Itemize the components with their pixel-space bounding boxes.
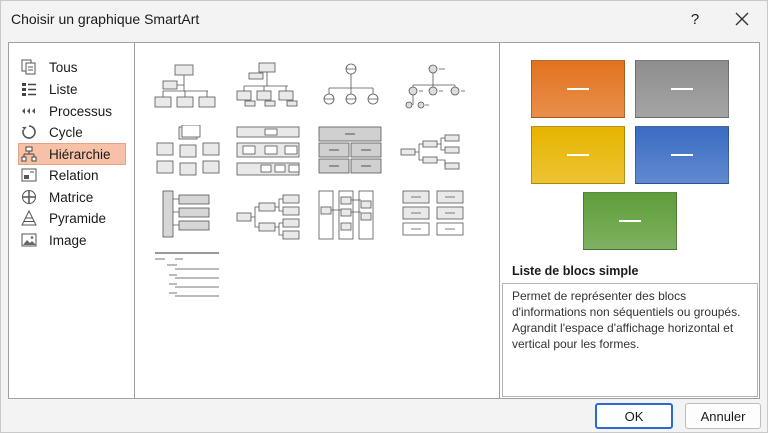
category-item-process[interactable]: Processus: [19, 101, 125, 121]
preview-block-dash: [671, 154, 693, 156]
dialog-title: Choisir un graphique SmartArt: [11, 11, 200, 27]
preview-block-dash: [619, 220, 641, 222]
close-icon: [735, 12, 749, 26]
layout-labeled-hierarchy[interactable]: [235, 125, 305, 177]
list-icon: [21, 81, 37, 97]
close-button[interactable]: [727, 5, 757, 33]
layout-lined-list[interactable]: [153, 251, 223, 303]
smartart-dialog: Choisir un graphique SmartArt ? Tous Lis…: [0, 0, 768, 433]
preview-block: [531, 60, 625, 118]
matrix-icon: [21, 189, 37, 205]
pyramid-icon: [21, 210, 37, 226]
category-item-cycle[interactable]: Cycle: [19, 122, 125, 142]
layout-table-hierarchy[interactable]: [399, 189, 469, 241]
category-label: Tous: [49, 59, 78, 75]
preview-block: [583, 192, 677, 250]
category-label: Processus: [49, 103, 113, 119]
category-label: Liste: [49, 81, 78, 97]
layout-circle-picture-hierarchy[interactable]: [317, 61, 387, 113]
preview-block: [635, 60, 729, 118]
help-button[interactable]: ?: [681, 5, 709, 33]
layout-hierarchy-circles[interactable]: [399, 61, 469, 113]
ok-button[interactable]: OK: [595, 403, 673, 429]
preview-block-dash: [671, 88, 693, 90]
layout-gallery: [135, 43, 500, 398]
category-label: Hiérarchie: [49, 146, 111, 162]
layout-architecture-layout[interactable]: [317, 189, 387, 241]
dialog-body: Tous Liste Processus Cycle Hiérarchie Re…: [8, 42, 760, 399]
hierarchy-icon: [21, 146, 37, 162]
preview-block-dash: [567, 88, 589, 90]
layout-name-title-org-chart[interactable]: [235, 61, 305, 113]
preview-block-dash: [567, 154, 589, 156]
category-item-hierarchy[interactable]: Hiérarchie: [18, 143, 126, 165]
category-label: Relation: [49, 167, 99, 183]
cancel-button[interactable]: Annuler: [685, 403, 761, 429]
category-item-relationship[interactable]: Relation: [19, 165, 125, 185]
preview-title: Liste de blocs simple: [512, 264, 639, 278]
category-label: Matrice: [49, 189, 94, 205]
layout-horizontal-labeled-hierarchy[interactable]: [317, 125, 387, 177]
layout-horizontal-hierarchy[interactable]: [399, 125, 469, 177]
category-item-picture[interactable]: Image: [19, 230, 125, 250]
process-icon: [21, 103, 37, 119]
all-icon: [21, 59, 37, 75]
category-item-all[interactable]: Tous: [19, 57, 125, 77]
category-list: Tous Liste Processus Cycle Hiérarchie Re…: [9, 43, 135, 398]
layout-horizontal-multi-level-hierarchy[interactable]: [235, 189, 305, 241]
picture-icon: [21, 232, 37, 248]
title-bar: Choisir un graphique SmartArt ?: [1, 1, 767, 37]
category-label: Image: [49, 232, 87, 248]
category-label: Cycle: [49, 124, 83, 140]
category-item-pyramid[interactable]: Pyramide: [19, 208, 125, 228]
layout-organization-chart[interactable]: [153, 61, 223, 113]
layout-hierarchy-list[interactable]: [153, 189, 223, 241]
category-item-list[interactable]: Liste: [19, 79, 125, 99]
preview-block: [635, 126, 729, 184]
cycle-icon: [21, 124, 37, 140]
layout-table-hierarchy-pictures[interactable]: [153, 125, 223, 177]
category-item-matrix[interactable]: Matrice: [19, 187, 125, 207]
preview-pane: Liste de blocs simple Permet de représen…: [500, 43, 759, 398]
preview-description: Permet de représenter des blocs d'inform…: [502, 283, 758, 397]
preview-block: [531, 126, 625, 184]
category-label: Pyramide: [49, 210, 107, 226]
relationship-icon: [21, 167, 37, 183]
